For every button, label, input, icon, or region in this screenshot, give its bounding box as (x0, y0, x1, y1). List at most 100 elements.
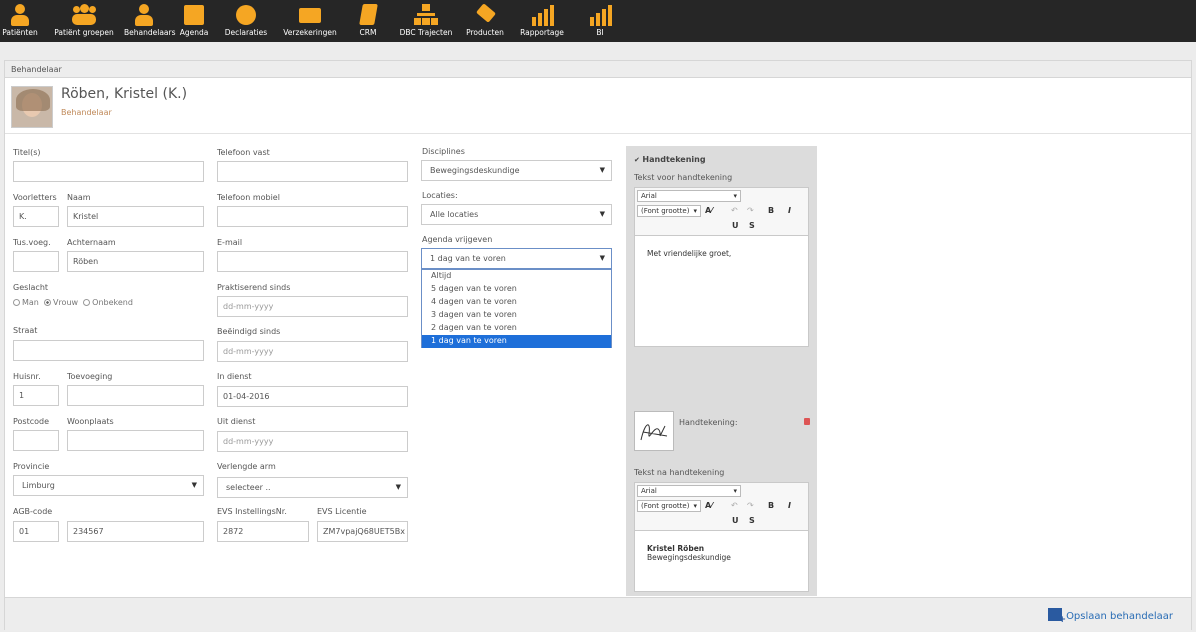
font-select[interactable]: Arial ▾ (637, 190, 741, 202)
undo-icon[interactable]: ↶ (731, 501, 738, 510)
strikethrough-icon[interactable]: S (749, 516, 755, 525)
evs-lic-input[interactable]: ZM7vpajQ68UET5Bx (317, 521, 408, 542)
before-editor[interactable]: Arial ▾ (Font grootte) ▾ A⁄ ↶ ↷ B I U S … (634, 187, 809, 347)
achternaam-label: Achternaam (67, 238, 116, 247)
chevron-down-icon: ▼ (191, 481, 197, 489)
achternaam-input[interactable]: Röben (67, 251, 204, 272)
divider (5, 133, 1191, 134)
straat-input[interactable] (13, 340, 204, 361)
after-text[interactable]: Kristel Röben Bewegingsdeskundige (635, 532, 808, 574)
nav-declaraties[interactable]: Declaraties (218, 0, 274, 42)
radio-onbekend[interactable]: Onbekend (83, 298, 133, 307)
before-text[interactable]: Met vriendelijke groet, (635, 237, 808, 270)
signature-image[interactable] (634, 411, 674, 451)
indienst-input[interactable]: 01-04-2016 (217, 386, 408, 407)
redo-icon[interactable]: ↷ (747, 501, 754, 510)
behandelaar-panel: Behandelaar Röben, Kristel (K.) Behandel… (4, 60, 1192, 631)
underline-icon[interactable]: U (732, 221, 739, 230)
avatar (11, 86, 53, 128)
dropdown-option[interactable]: 4 dagen van te voren (422, 296, 611, 309)
dropdown-option[interactable]: 5 dagen van te voren (422, 283, 611, 296)
geslacht-label: Geslacht (13, 283, 49, 292)
italic-icon[interactable]: I (788, 206, 791, 215)
woonplaats-input[interactable] (67, 430, 204, 451)
spellcheck-icon[interactable]: A⁄ (705, 206, 713, 215)
postcode-input[interactable] (13, 430, 59, 451)
radio-man[interactable]: Man (13, 298, 39, 307)
save-button[interactable]: Opslaan behandelaar (1048, 608, 1173, 625)
tusvoeg-input[interactable] (13, 251, 59, 272)
italic-icon[interactable]: I (788, 501, 791, 510)
locaties-select[interactable]: Alle locaties ▼ (421, 204, 612, 225)
after-editor[interactable]: Arial ▾ (Font grootte) ▾ A⁄ ↶ ↷ B I U S … (634, 482, 809, 592)
huisnr-input[interactable]: 1 (13, 385, 59, 406)
uitdienst-input[interactable]: dd-mm-yyyy (217, 431, 408, 452)
bold-icon[interactable]: B (768, 206, 774, 215)
hierarchy-icon (414, 3, 438, 27)
sig-label: Handtekening: (679, 418, 738, 427)
evs-nr-label: EVS InstellingsNr. (217, 507, 287, 516)
nav-patienten[interactable]: Patiënten (0, 0, 40, 42)
underline-icon[interactable]: U (732, 516, 739, 525)
voorletters-input[interactable]: K. (13, 206, 59, 227)
email-input[interactable] (217, 251, 408, 272)
bold-icon[interactable]: B (768, 501, 774, 510)
praktiserend-label: Praktiserend sinds (217, 283, 291, 292)
signature-panel: ✔ Handtekening Tekst voor handtekening A… (626, 146, 817, 596)
agenda-dropdown-list: Altijd 5 dagen van te voren 4 dagen van … (421, 269, 612, 348)
dropdown-option[interactable]: 3 dagen van te voren (422, 309, 611, 322)
strikethrough-icon[interactable]: S (749, 221, 755, 230)
after-label: Tekst na handtekening (634, 468, 725, 477)
disciplines-select[interactable]: Bewegingsdeskundige ▼ (421, 160, 612, 181)
toevoeging-label: Toevoeging (67, 372, 113, 381)
calendar-icon (182, 3, 206, 27)
font-size-select[interactable]: (Font grootte) ▾ (637, 500, 701, 512)
verlengde-select[interactable]: selecteer .. ▼ (217, 477, 408, 498)
huisnr-label: Huisnr. (13, 372, 41, 381)
dropdown-option[interactable]: 2 dagen van te voren (422, 322, 611, 335)
telmobiel-input[interactable] (217, 206, 408, 227)
agb-prefix-input[interactable]: 01 (13, 521, 59, 542)
nav-bi[interactable]: BI (582, 0, 618, 42)
nav-rapportage[interactable]: Rapportage (514, 0, 570, 42)
beeindigd-input[interactable]: dd-mm-yyyy (217, 341, 408, 362)
font-size-select[interactable]: (Font grootte) ▾ (637, 205, 701, 217)
nav-crm[interactable]: CRM (350, 0, 386, 42)
handtekening-checkbox[interactable]: ✔ Handtekening (634, 155, 706, 164)
nav-behandelaars[interactable]: Behandelaars (124, 0, 176, 42)
agenda-select[interactable]: 1 dag van te voren ▼ (421, 248, 612, 269)
nav-producten[interactable]: Producten (464, 0, 506, 42)
telvast-label: Telefoon vast (217, 148, 270, 157)
nav-agenda[interactable]: Agenda (176, 0, 212, 42)
therapist-name: Röben, Kristel (K.) (61, 86, 188, 102)
chevron-down-icon: ▼ (599, 166, 605, 174)
nav-patient-groepen[interactable]: Patiënt groepen (44, 0, 124, 42)
chevron-down-icon: ▾ (693, 502, 697, 510)
undo-icon[interactable]: ↶ (731, 206, 738, 215)
patient-icon (8, 3, 32, 27)
trash-icon[interactable] (804, 418, 810, 425)
agb-code-input[interactable]: 234567 (67, 521, 204, 542)
panel-title: Behandelaar (5, 61, 1191, 78)
radio-vrouw[interactable]: Vrouw (43, 298, 78, 307)
evs-nr-input[interactable]: 2872 (217, 521, 309, 542)
dropdown-option-selected[interactable]: 1 dag van te voren (422, 335, 611, 348)
dropdown-option[interactable]: Altijd (422, 270, 611, 283)
postcode-label: Postcode (13, 417, 50, 426)
praktiserend-input[interactable]: dd-mm-yyyy (217, 296, 408, 317)
provincie-select[interactable]: Limburg ▼ (13, 475, 204, 496)
evs-lic-label: EVS Licentie (317, 507, 367, 516)
nav-verzekeringen[interactable]: Verzekeringen (282, 0, 338, 42)
therapists-icon (132, 3, 156, 27)
titels-input[interactable] (13, 161, 204, 182)
font-select[interactable]: Arial ▾ (637, 485, 741, 497)
telvast-input[interactable] (217, 161, 408, 182)
bar-chart-icon (530, 3, 554, 27)
spellcheck-icon[interactable]: A⁄ (705, 501, 713, 510)
naam-input[interactable]: Kristel (67, 206, 204, 227)
redo-icon[interactable]: ↷ (747, 206, 754, 215)
editor-toolbar: Arial ▾ (Font grootte) ▾ A⁄ ↶ ↷ B I U S (635, 483, 808, 531)
telmobiel-label: Telefoon mobiel (217, 193, 280, 202)
toevoeging-input[interactable] (67, 385, 204, 406)
nav-dbc-trajecten[interactable]: DBC Trajecten (398, 0, 454, 42)
